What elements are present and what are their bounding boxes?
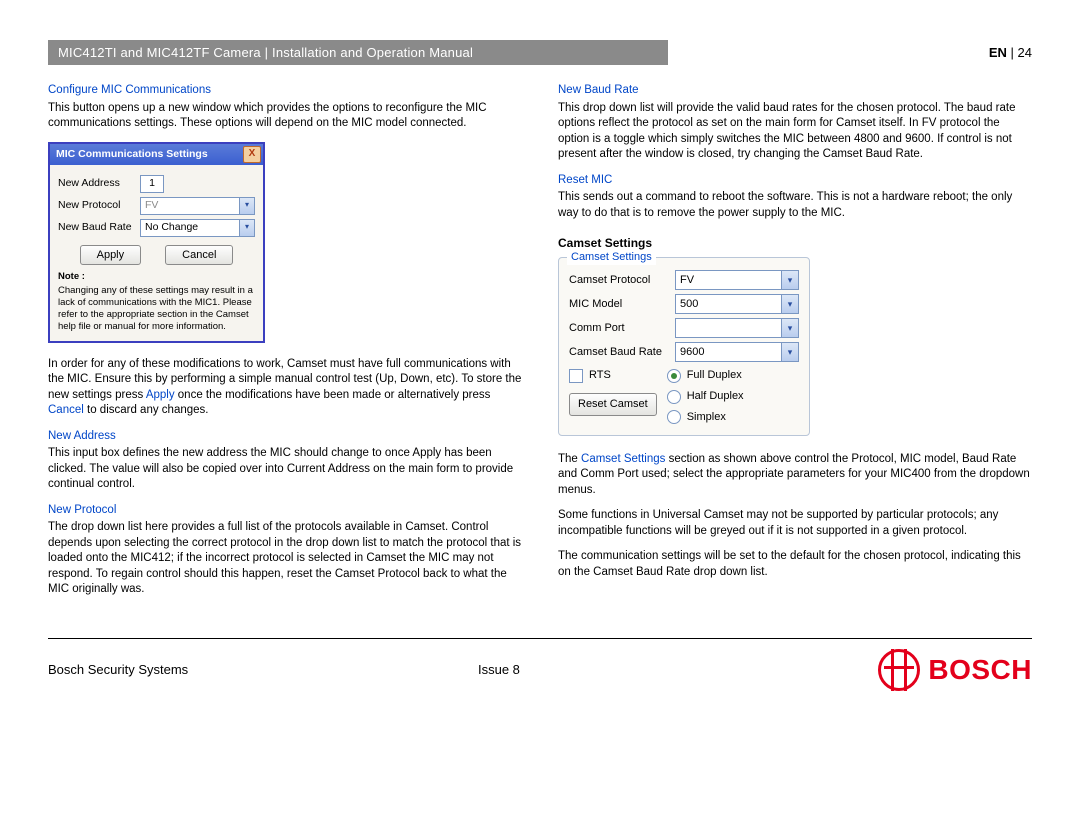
camset-protocol-label: Camset Protocol — [569, 273, 675, 288]
radio-icon[interactable] — [667, 410, 681, 424]
new-baud-select[interactable]: No Change▾ — [140, 219, 255, 237]
chevron-down-icon[interactable]: ▾ — [239, 220, 254, 236]
comm-port-select[interactable]: ▾ — [675, 318, 799, 338]
new-protocol-select[interactable]: FV▾ — [140, 197, 255, 215]
para-configure: This button opens up a new window which … — [48, 101, 522, 132]
camset-settings-link: Camset Settings — [581, 453, 665, 465]
header-bar: MIC412TI and MIC412TF Camera | Installat… — [48, 40, 1032, 65]
footer-company: Bosch Security Systems — [48, 662, 478, 677]
radio-icon[interactable] — [667, 369, 681, 383]
camset-settings-groupbox: Camset Settings Camset Protocol FV▾ MIC … — [558, 257, 810, 436]
footer-issue: Issue 8 — [478, 662, 878, 677]
new-address-label: New Address — [58, 176, 140, 190]
dialog-note: Note : Changing any of these settings ma… — [58, 271, 255, 332]
dialog-title-text: MIC Communications Settings — [56, 147, 208, 161]
heading-new-baud: New Baud Rate — [558, 83, 1032, 99]
rts-checkbox[interactable]: RTS — [569, 368, 657, 383]
heading-reset-mic: Reset MIC — [558, 173, 1032, 189]
rts-label: RTS — [589, 368, 611, 383]
new-baud-label: New Baud Rate — [58, 220, 140, 234]
para-new-baud: This drop down list will provide the val… — [558, 101, 1032, 163]
heading-camset-settings: Camset Settings — [558, 235, 1032, 251]
bosch-logo-text: BOSCH — [928, 654, 1032, 686]
mic-model-select[interactable]: 500▾ — [675, 294, 799, 314]
duplex-radio-simplex[interactable]: Simplex — [667, 410, 744, 425]
comm-port-label: Comm Port — [569, 321, 675, 336]
new-address-input[interactable]: 1 — [140, 175, 164, 193]
heading-configure-mic: Configure MIC Communications — [48, 83, 522, 99]
camset-baud-select[interactable]: 9600▾ — [675, 342, 799, 362]
cancel-button[interactable]: Cancel — [165, 245, 233, 266]
footer: Bosch Security Systems Issue 8 BOSCH — [48, 649, 1032, 691]
mic-comm-settings-dialog: MIC Communications Settings X New Addres… — [48, 142, 265, 343]
camset-protocol-select[interactable]: FV▾ — [675, 270, 799, 290]
close-icon[interactable]: X — [243, 146, 261, 163]
para-new-address: This input box defines the new address t… — [48, 446, 522, 493]
apply-button[interactable]: Apply — [80, 245, 142, 266]
mic-model-label: MIC Model — [569, 297, 675, 312]
duplex-radio-full[interactable]: Full Duplex — [667, 368, 744, 383]
heading-new-address: New Address — [48, 429, 522, 445]
new-protocol-label: New Protocol — [58, 198, 140, 212]
camset-baud-label: Camset Baud Rate — [569, 345, 675, 360]
page-title: MIC412TI and MIC412TF Camera | Installat… — [48, 40, 668, 65]
para-camset-1: The Camset Settings section as shown abo… — [558, 452, 1032, 499]
chevron-down-icon[interactable]: ▾ — [781, 343, 798, 361]
checkbox-icon[interactable] — [569, 369, 583, 383]
right-column: New Baud Rate This drop down list will p… — [558, 73, 1032, 608]
chevron-down-icon[interactable]: ▾ — [781, 295, 798, 313]
bosch-logo: BOSCH — [878, 649, 1032, 691]
apply-link: Apply — [146, 389, 175, 401]
cancel-link: Cancel — [48, 404, 84, 416]
chevron-down-icon[interactable]: ▾ — [781, 319, 798, 337]
chevron-down-icon[interactable]: ▾ — [239, 198, 254, 214]
para-camset-3: The communication settings will be set t… — [558, 549, 1032, 580]
radio-icon[interactable] — [667, 390, 681, 404]
left-column: Configure MIC Communications This button… — [48, 73, 522, 608]
page-number: EN | 24 — [989, 45, 1032, 60]
dialog-titlebar: MIC Communications Settings X — [50, 144, 263, 165]
bosch-logo-icon — [878, 649, 920, 691]
duplex-radio-half[interactable]: Half Duplex — [667, 389, 744, 404]
footer-separator — [48, 638, 1032, 639]
para-modifications: In order for any of these modifications … — [48, 357, 522, 419]
para-reset-mic: This sends out a command to reboot the s… — [558, 190, 1032, 221]
para-new-protocol: The drop down list here provides a full … — [48, 520, 522, 598]
reset-camset-button[interactable]: Reset Camset — [569, 393, 657, 416]
chevron-down-icon[interactable]: ▾ — [781, 271, 798, 289]
para-camset-2: Some functions in Universal Camset may n… — [558, 508, 1032, 539]
groupbox-title: Camset Settings — [567, 250, 656, 265]
heading-new-protocol: New Protocol — [48, 503, 522, 519]
